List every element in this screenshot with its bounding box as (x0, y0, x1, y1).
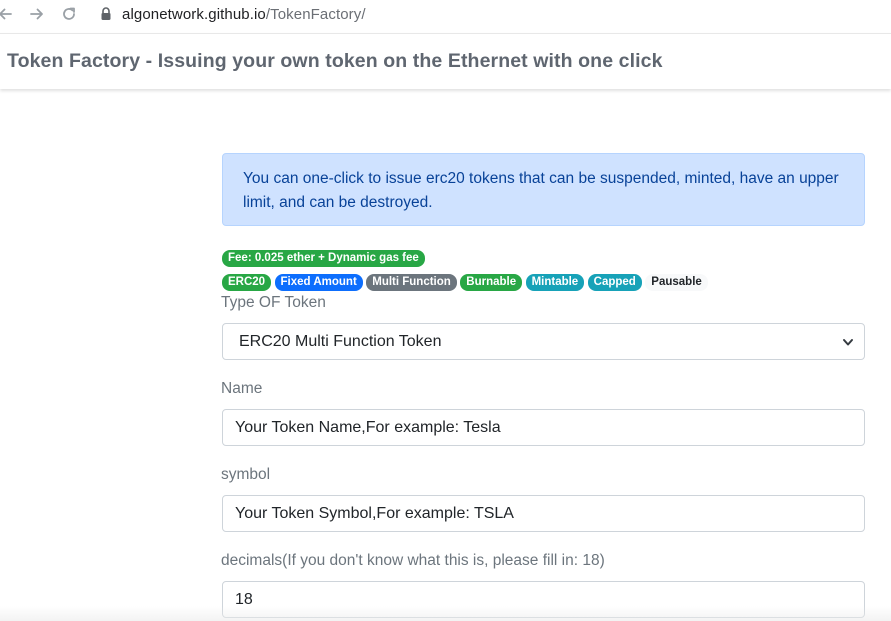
bottom-shadow (0, 606, 891, 621)
token-type-select[interactable]: ERC20 Multi Function Token (222, 323, 865, 360)
forward-button[interactable] (26, 3, 48, 25)
fee-row: Fee: 0.025 ether + Dynamic gas fee (222, 248, 425, 267)
type-label: Type OF Token (221, 294, 326, 311)
badge-pausable: Pausable (645, 274, 708, 291)
badge-mintable: Mintable (525, 274, 585, 291)
url-host: algonetwork.github.io (122, 5, 266, 23)
navbar: Token Factory - Issuing your own token o… (0, 33, 891, 89)
token-symbol-input[interactable]: Your Token Symbol,For example: TSLA (222, 495, 865, 532)
info-alert: You can one-click to issue erc20 tokens … (222, 153, 865, 226)
arrow-right-icon (30, 8, 43, 20)
chevron-down-icon (842, 336, 854, 348)
reload-button[interactable] (58, 3, 80, 25)
name-label: Name (221, 380, 263, 397)
page-title[interactable]: Token Factory - Issuing your own token o… (7, 50, 663, 73)
fee-badge: Fee: 0.025 ether + Dynamic gas fee (222, 250, 425, 267)
badge-capped: Capped (587, 274, 642, 291)
token-name-input[interactable]: Your Token Name,For example: Tesla (222, 409, 865, 446)
back-button[interactable] (0, 3, 16, 25)
token-type-selected: ERC20 Multi Function Token (239, 332, 442, 350)
url-path: /TokenFactory/ (265, 5, 366, 23)
address-bar[interactable]: algonetwork.github.io/TokenFactory/ (100, 4, 366, 24)
symbol-label: symbol (221, 466, 271, 483)
feature-badges: ERC20 Fixed Amount Multi Function Burnab… (222, 272, 708, 291)
badge-multi-function: Multi Function (366, 274, 457, 291)
reload-icon (63, 7, 75, 20)
token-name-placeholder: Your Token Name,For example: Tesla (235, 418, 501, 436)
browser-toolbar: algonetwork.github.io/TokenFactory/ (0, 0, 891, 28)
decimals-label: decimals(If you don't know what this is,… (221, 552, 605, 569)
token-symbol-placeholder: Your Token Symbol,For example: TSLA (235, 504, 514, 522)
badge-burnable: Burnable (460, 274, 523, 291)
arrow-left-icon (0, 8, 12, 20)
lock-icon[interactable] (100, 7, 112, 21)
badge-erc20: ERC20 (222, 274, 272, 291)
badge-fixed-amount: Fixed Amount (274, 274, 363, 291)
